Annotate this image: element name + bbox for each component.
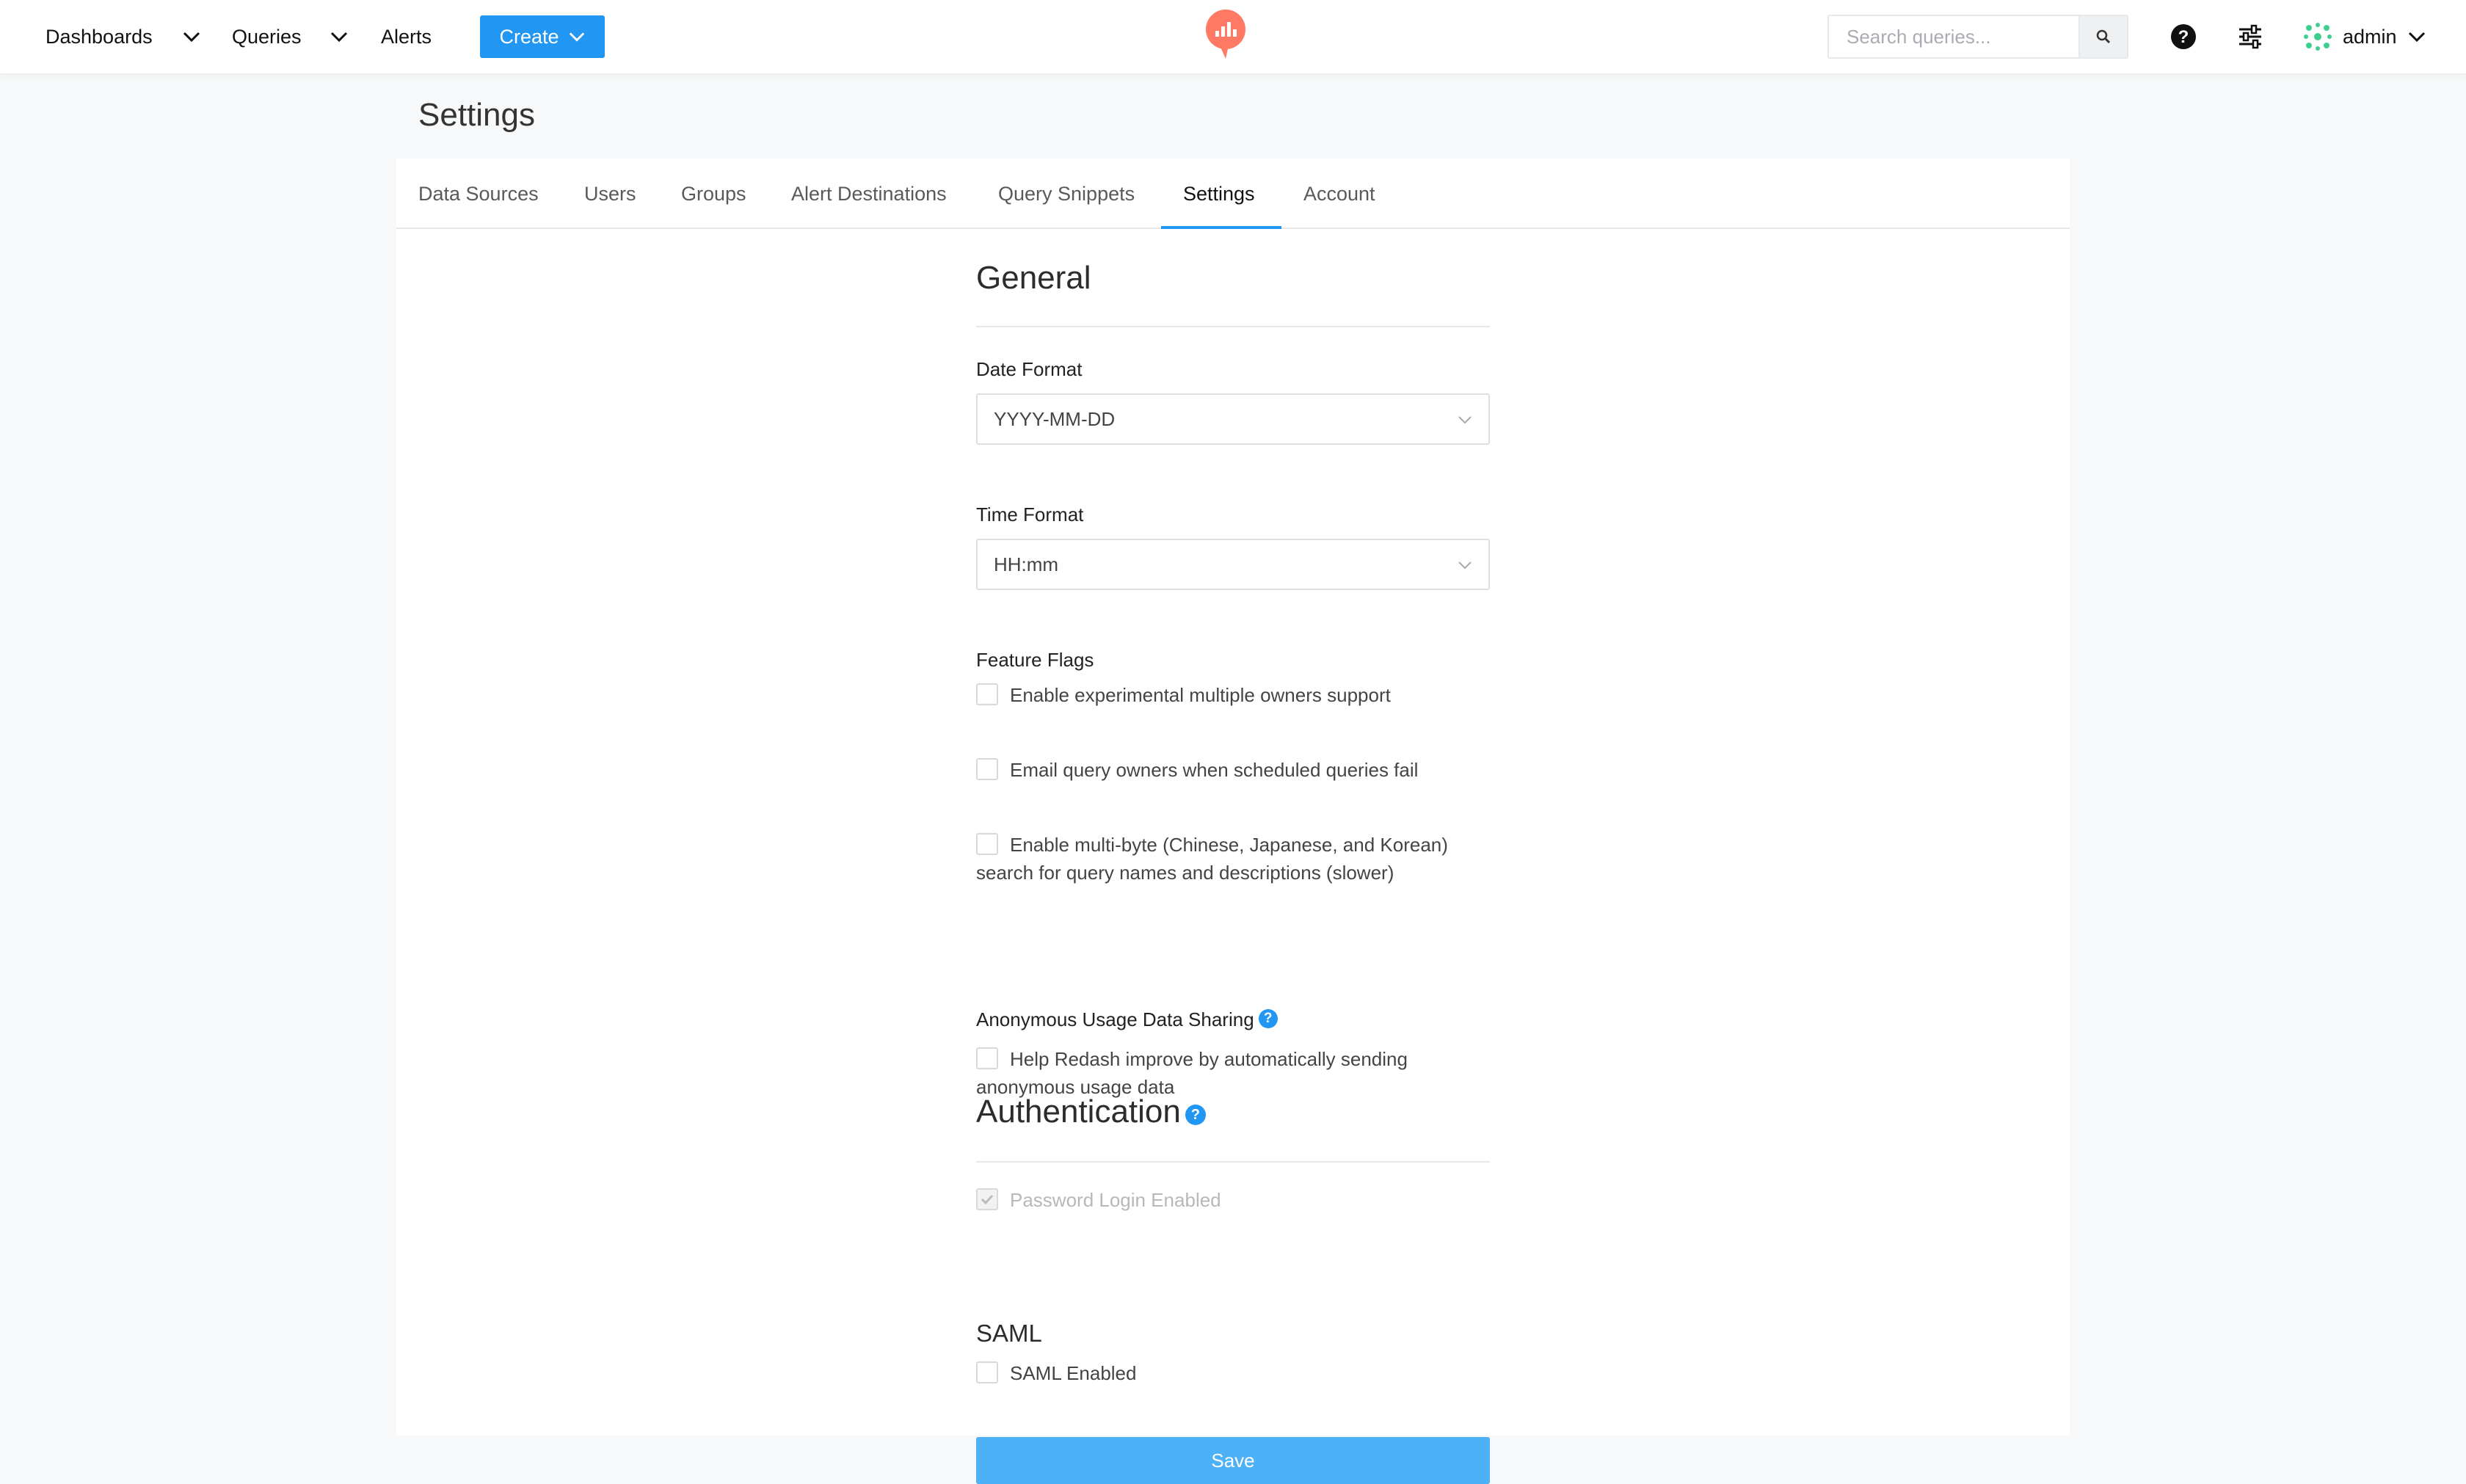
- flag-multiple-owners[interactable]: Enable experimental multiple owners supp…: [976, 681, 1490, 709]
- username: admin: [2343, 25, 2397, 48]
- usage-sharing-option[interactable]: Help Redash improve by automatically sen…: [976, 1045, 1490, 1101]
- user-menu[interactable]: admin: [2303, 0, 2426, 73]
- sliders-icon: [2239, 24, 2261, 49]
- tab-users[interactable]: Users: [584, 159, 636, 229]
- nav-alerts[interactable]: Alerts: [381, 0, 432, 73]
- chevron-down-icon: [569, 32, 584, 42]
- flag-multiple-owners-label: Enable experimental multiple owners supp…: [1010, 684, 1391, 706]
- password-login-option: Password Login Enabled: [976, 1186, 1490, 1214]
- checkbox[interactable]: [976, 1361, 998, 1384]
- saml-enabled-option[interactable]: SAML Enabled: [976, 1359, 1490, 1387]
- date-format-value: YYYY-MM-DD: [994, 407, 1116, 430]
- active-tab-indicator: [1161, 226, 1281, 229]
- checkbox[interactable]: [976, 758, 998, 781]
- flag-multibyte-search[interactable]: Enable multi-byte (Chinese, Japanese, an…: [976, 831, 1490, 887]
- top-navbar: Dashboards Queries Alerts Create Search …: [0, 0, 2466, 73]
- chevron-down-icon: [2408, 32, 2425, 43]
- nav-queries[interactable]: Queries: [232, 0, 349, 73]
- check-icon: [981, 1195, 994, 1205]
- tab-alert-destinations[interactable]: Alert Destinations: [791, 159, 947, 229]
- avatar: [2304, 23, 2332, 51]
- feature-flags-label: Feature Flags: [976, 649, 1094, 671]
- help-button[interactable]: ?: [2167, 21, 2200, 53]
- general-heading: General: [976, 260, 1091, 296]
- flag-email-owners-label: Email query owners when scheduled querie…: [1010, 759, 1419, 781]
- chevron-down-icon: [1458, 561, 1472, 570]
- tab-data-sources[interactable]: Data Sources: [418, 159, 539, 229]
- chevron-down-icon[interactable]: [330, 27, 349, 46]
- search-icon: [2096, 29, 2111, 44]
- create-button-label: Create: [499, 25, 559, 48]
- create-button[interactable]: Create: [480, 15, 605, 58]
- date-format-label: Date Format: [976, 358, 1083, 380]
- tab-account[interactable]: Account: [1303, 159, 1375, 229]
- checkbox-checked: [976, 1188, 998, 1211]
- nav-dashboards-label: Dashboards: [46, 25, 153, 48]
- tab-query-snippets[interactable]: Query Snippets: [998, 159, 1135, 229]
- settings-button[interactable]: [2234, 21, 2266, 53]
- divider: [976, 326, 1490, 327]
- flag-multibyte-search-label: Enable multi-byte (Chinese, Japanese, an…: [976, 834, 1448, 884]
- saml-enabled-label: SAML Enabled: [1010, 1362, 1137, 1384]
- question-circle-icon: ?: [2171, 24, 2196, 49]
- password-login-label: Password Login Enabled: [1010, 1189, 1221, 1211]
- time-format-label: Time Format: [976, 503, 1084, 525]
- checkbox[interactable]: [976, 1047, 998, 1070]
- authentication-heading: Authentication?: [976, 1094, 1206, 1130]
- nav-queries-label: Queries: [232, 25, 302, 48]
- flag-email-owners[interactable]: Email query owners when scheduled querie…: [976, 756, 1490, 784]
- date-format-select[interactable]: YYYY-MM-DD: [976, 393, 1490, 445]
- question-circle-icon[interactable]: ?: [1185, 1105, 1206, 1126]
- chevron-down-icon[interactable]: [182, 27, 201, 46]
- chevron-down-icon: [1458, 416, 1472, 424]
- svg-text:?: ?: [2178, 27, 2189, 47]
- usage-sharing-option-label: Help Redash improve by automatically sen…: [976, 1048, 1408, 1098]
- usage-sharing-label: Anonymous Usage Data Sharing?: [976, 1008, 1278, 1031]
- checkbox[interactable]: [976, 683, 998, 706]
- checkbox[interactable]: [976, 833, 998, 856]
- time-format-select[interactable]: HH:mm: [976, 539, 1490, 590]
- saml-heading: SAML: [976, 1320, 1042, 1347]
- authentication-title: Authentication: [976, 1094, 1181, 1130]
- search-button[interactable]: [2078, 15, 2128, 59]
- page-title: Settings: [418, 97, 535, 133]
- search-placeholder: Search queries...: [1847, 25, 1991, 48]
- nav-dashboards[interactable]: Dashboards: [46, 0, 201, 73]
- tab-settings[interactable]: Settings: [1183, 159, 1255, 229]
- question-circle-icon[interactable]: ?: [1258, 1009, 1278, 1029]
- usage-sharing-text: Anonymous Usage Data Sharing: [976, 1008, 1254, 1030]
- time-format-value: HH:mm: [994, 553, 1059, 575]
- tab-groups[interactable]: Groups: [681, 159, 746, 229]
- divider: [976, 1161, 1490, 1163]
- redash-logo-icon[interactable]: [1204, 9, 1248, 60]
- save-button[interactable]: Save: [976, 1437, 1490, 1484]
- tab-bar: Data Sources Users Groups Alert Destinat…: [396, 159, 2070, 229]
- nav-alerts-label: Alerts: [381, 25, 432, 48]
- settings-panel: Data Sources Users Groups Alert Destinat…: [396, 159, 2070, 1484]
